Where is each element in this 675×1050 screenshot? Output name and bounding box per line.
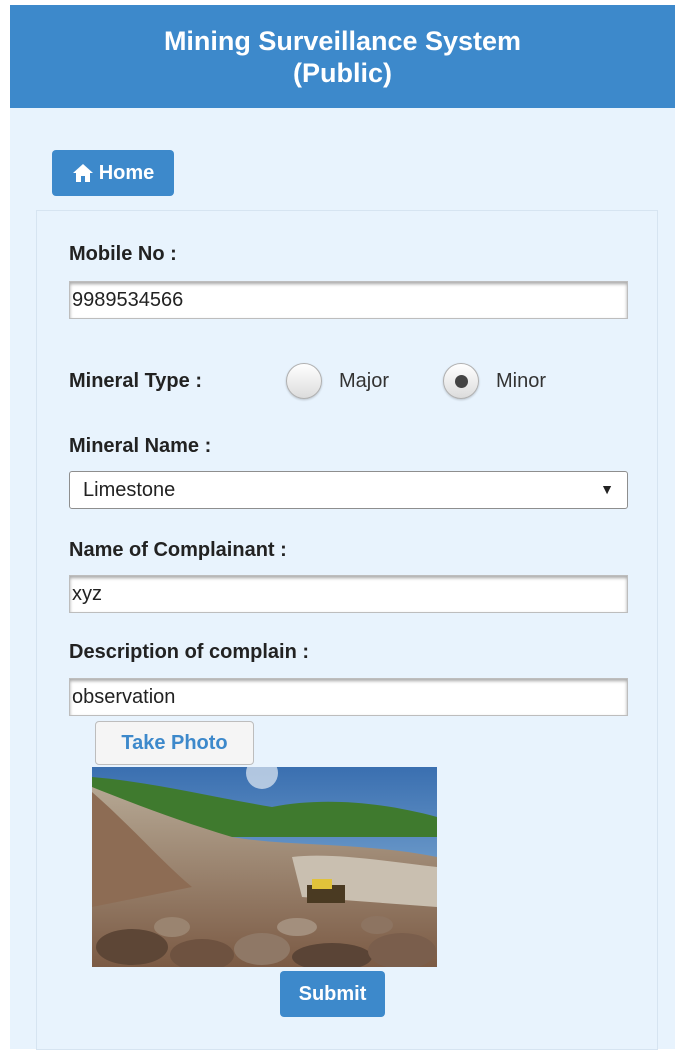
home-button-label: Home	[98, 161, 155, 184]
mineral-name-select[interactable]: Limestone ▼	[69, 471, 628, 509]
radio-selected-dot	[455, 375, 468, 388]
mineral-name-value: Limestone	[83, 478, 176, 501]
mineral-type-major-label: Major	[339, 370, 390, 392]
mineral-type-major-radio[interactable]	[286, 363, 322, 399]
app-title: Mining Surveillance System	[163, 26, 522, 56]
take-photo-button[interactable]: Take Photo	[95, 721, 254, 765]
mineral-name-label: Mineral Name :	[69, 435, 212, 457]
home-button[interactable]: Home	[52, 150, 174, 196]
submit-button[interactable]: Submit	[280, 971, 385, 1017]
mineral-type-minor-radio[interactable]	[443, 363, 479, 399]
captured-photo	[92, 767, 437, 967]
app-header: Mining Surveillance System (Public)	[10, 5, 675, 108]
complainant-input[interactable]: xyz	[69, 575, 628, 613]
description-input[interactable]: observation	[69, 678, 628, 716]
mobile-input[interactable]: 9989534566	[69, 281, 628, 319]
dropdown-arrow-icon: ▼	[600, 481, 614, 497]
app-subtitle: (Public)	[293, 58, 392, 88]
home-icon	[72, 164, 93, 182]
page: Mining Surveillance System (Public) Home…	[10, 5, 675, 1050]
mobile-label: Mobile No :	[69, 243, 177, 265]
mineral-type-minor-label: Minor	[496, 370, 547, 392]
mineral-type-label: Mineral Type :	[69, 370, 202, 392]
description-label: Description of complain :	[69, 641, 310, 663]
complainant-label: Name of Complainant :	[69, 539, 287, 561]
complaint-form: Mobile No : 9989534566 Mineral Type : Ma…	[36, 210, 658, 1050]
